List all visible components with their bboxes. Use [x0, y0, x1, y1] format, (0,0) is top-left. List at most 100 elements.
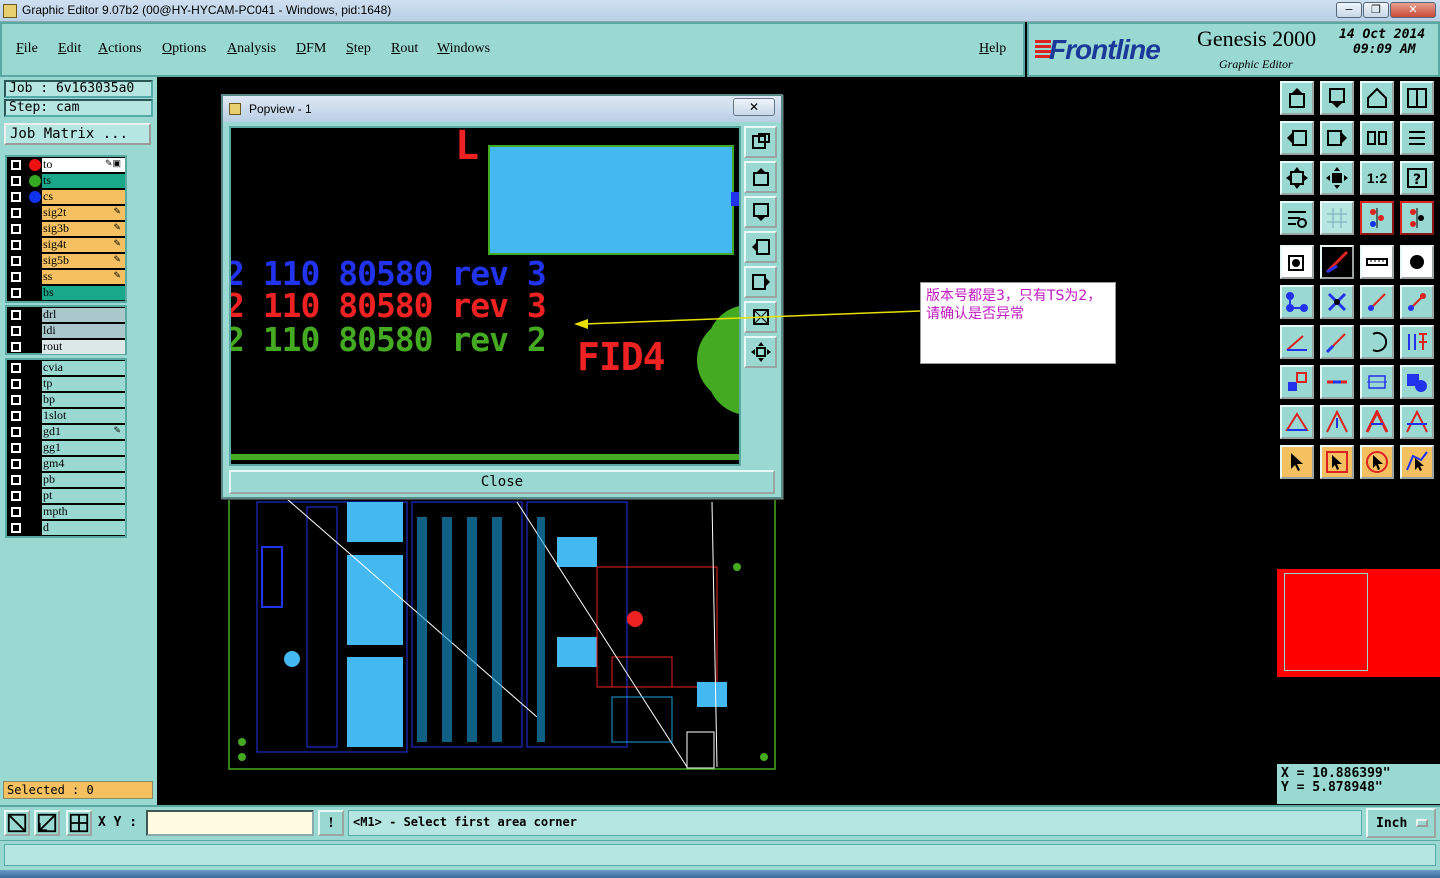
restore-button[interactable]: ❐	[1363, 2, 1389, 18]
layer-visibility-checkbox[interactable]	[11, 491, 21, 501]
layer-visibility-checkbox[interactable]	[11, 176, 21, 186]
menu-options[interactable]: Options	[162, 41, 206, 57]
tool-snap[interactable]	[1280, 245, 1314, 279]
layer-color-dot[interactable]	[29, 159, 41, 171]
tool-ruler[interactable]	[1360, 245, 1394, 279]
layer-visibility-checkbox[interactable]	[11, 427, 21, 437]
layer-visibility-checkbox[interactable]	[11, 363, 21, 373]
layer-visibility-checkbox[interactable]	[11, 272, 21, 282]
layer-visibility-checkbox[interactable]	[11, 160, 21, 170]
menu-help[interactable]: Help	[979, 41, 1006, 57]
menu-rout[interactable]: Rout	[391, 41, 418, 57]
layer-row-gd1[interactable]: gd1 ✎	[7, 424, 125, 440]
layer-visibility-checkbox[interactable]	[11, 475, 21, 485]
layer-name[interactable]: bp	[42, 393, 125, 407]
tool-mirror[interactable]	[1360, 121, 1394, 155]
tool-select-box[interactable]	[1320, 445, 1354, 479]
zoom-box-button[interactable]	[4, 810, 30, 836]
layer-name[interactable]: mpth	[42, 505, 125, 519]
tool-hline[interactable]	[1320, 365, 1354, 399]
popview-canvas[interactable]: L 2 110 80580 rev 3 2 110 80580 rev 3 2 …	[229, 126, 741, 466]
tool-pad[interactable]	[1400, 245, 1434, 279]
layer-color-dot[interactable]	[29, 175, 41, 187]
tool-tri-b[interactable]	[1320, 405, 1354, 439]
layer-name[interactable]: drl	[42, 308, 125, 322]
layer-visibility-checkbox[interactable]	[11, 459, 21, 469]
tool-diagonal[interactable]	[1320, 325, 1354, 359]
layer-row-d[interactable]: d	[7, 520, 125, 536]
tool-zoom-in[interactable]	[1320, 161, 1354, 195]
tool-line-a[interactable]	[1360, 285, 1394, 319]
zoom-diagonal-button[interactable]	[34, 810, 60, 836]
popview-close-button[interactable]: Close	[229, 470, 775, 494]
layer-row-to[interactable]: to ✎▣	[7, 157, 125, 173]
layer-row-bp[interactable]: bp	[7, 392, 125, 408]
layer-row-ss[interactable]: ss ✎	[7, 269, 125, 285]
tool-split-view[interactable]	[1400, 81, 1434, 115]
menu-edit[interactable]: Edit	[58, 41, 81, 57]
units-selector[interactable]: Inch	[1366, 808, 1436, 838]
layer-row-pt[interactable]: pt	[7, 488, 125, 504]
tool-measure[interactable]	[1320, 245, 1354, 279]
tool-zoom-home[interactable]	[1280, 81, 1314, 115]
layer-name[interactable]: tp	[42, 377, 125, 391]
layer-visibility-checkbox[interactable]	[11, 395, 21, 405]
tool-arc[interactable]	[1360, 325, 1394, 359]
layer-row-pb[interactable]: pb	[7, 472, 125, 488]
layer-row-gg1[interactable]: gg1	[7, 440, 125, 456]
layer-visibility-checkbox[interactable]	[11, 326, 21, 336]
layer-visibility-checkbox[interactable]	[11, 379, 21, 389]
tool-tri-d[interactable]	[1400, 405, 1434, 439]
tool-line-b[interactable]	[1400, 285, 1434, 319]
layer-row-1slot[interactable]: 1slot	[7, 408, 125, 424]
layer-name[interactable]: bs	[42, 286, 125, 300]
tool-page-down[interactable]	[1320, 81, 1354, 115]
tool-one-to-one[interactable]: 1:2	[1360, 161, 1394, 195]
close-window-button[interactable]: ✕	[1390, 2, 1436, 18]
layer-visibility-checkbox[interactable]	[11, 192, 21, 202]
layer-visibility-checkbox[interactable]	[11, 240, 21, 250]
layer-name[interactable]: rout	[42, 340, 125, 354]
tool-settings[interactable]	[1280, 201, 1314, 235]
layer-visibility-checkbox[interactable]	[11, 523, 21, 533]
overview-viewport[interactable]	[1284, 573, 1368, 671]
layer-name[interactable]: pb	[42, 473, 125, 487]
tool-parallel[interactable]	[1400, 325, 1434, 359]
tool-zoom-fit[interactable]	[1280, 161, 1314, 195]
tool-page-right[interactable]	[1320, 121, 1354, 155]
layer-row-sig2t[interactable]: sig2t ✎	[7, 205, 125, 221]
tool-help[interactable]: ?	[1400, 161, 1434, 195]
tool-tri-c[interactable]	[1360, 405, 1394, 439]
layer-row-tp[interactable]: tp	[7, 376, 125, 392]
popview-close-icon[interactable]: ✕	[733, 98, 775, 116]
menu-file[interactable]: File	[16, 41, 38, 57]
popview-zoom-in[interactable]	[744, 336, 777, 368]
tool-copy[interactable]	[1400, 365, 1434, 399]
xy-input[interactable]	[146, 810, 314, 836]
tool-select[interactable]	[1280, 445, 1314, 479]
tool-select-poly[interactable]	[1400, 445, 1434, 479]
layer-visibility-checkbox[interactable]	[11, 224, 21, 234]
layer-visibility-checkbox[interactable]	[11, 342, 21, 352]
layer-row-rout[interactable]: rout	[7, 339, 125, 355]
popview-zoom-window[interactable]	[744, 126, 777, 158]
layer-row-ts[interactable]: ts	[7, 173, 125, 189]
tool-grid[interactable]	[1320, 201, 1354, 235]
layer-row-bs[interactable]: bs	[7, 285, 125, 301]
popview-page-up[interactable]	[744, 161, 777, 193]
popview-page-down[interactable]	[744, 196, 777, 228]
layer-visibility-checkbox[interactable]	[11, 310, 21, 320]
tool-connect[interactable]	[1280, 285, 1314, 319]
layer-row-gm4[interactable]: gm4	[7, 456, 125, 472]
menu-dfm[interactable]: DFM	[296, 41, 326, 57]
job-matrix-button[interactable]: Job Matrix ...	[4, 123, 151, 145]
layer-name[interactable]: ts	[42, 174, 125, 188]
tool-redraw[interactable]	[1400, 121, 1434, 155]
layer-row-cvia[interactable]: cvia	[7, 360, 125, 376]
layer-name[interactable]: pt	[42, 489, 125, 503]
layer-row-cs[interactable]: cs	[7, 189, 125, 205]
tool-page-left[interactable]	[1280, 121, 1314, 155]
menu-step[interactable]: Step	[346, 41, 371, 57]
tool-select-circle[interactable]	[1360, 445, 1394, 479]
tool-cross[interactable]	[1320, 285, 1354, 319]
